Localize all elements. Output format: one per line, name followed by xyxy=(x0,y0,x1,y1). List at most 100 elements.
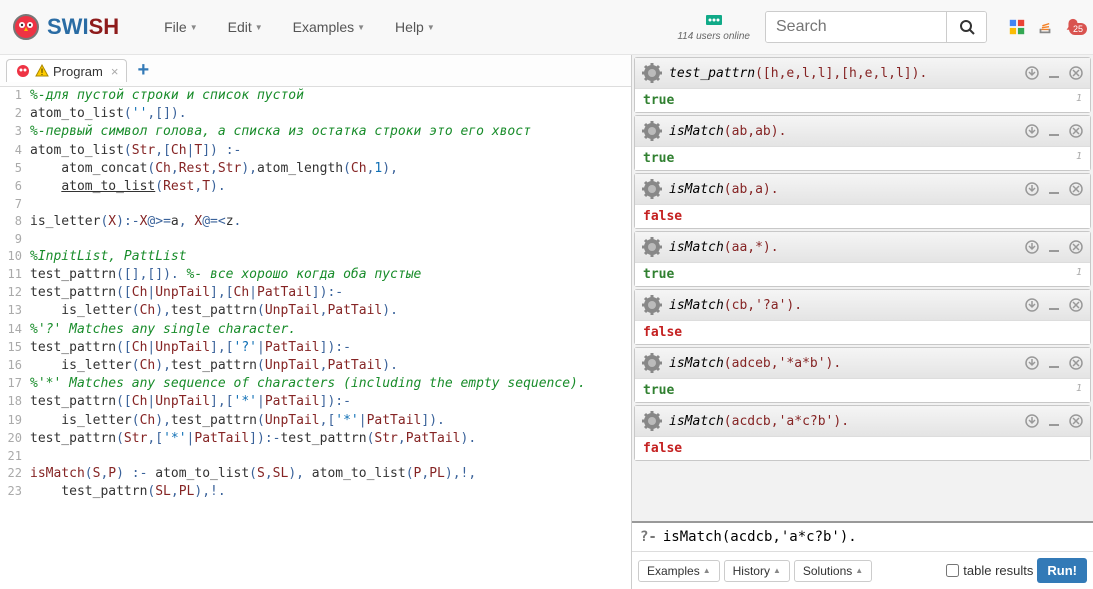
code-line[interactable]: 11test_pattrn([],[]). %- все хорошо когд… xyxy=(0,266,631,284)
history-dropdown[interactable]: History▲ xyxy=(724,560,790,582)
code-line[interactable]: 2atom_to_list('',[]). xyxy=(0,105,631,123)
close-icon[interactable] xyxy=(1068,355,1084,371)
query-controls xyxy=(1024,239,1084,255)
examples-dropdown[interactable]: Examples▲ xyxy=(638,560,720,582)
code-line[interactable]: 22isMatch(S,P) :- atom_to_list(S,SL), at… xyxy=(0,465,631,483)
query-text: isMatch(aa,*). xyxy=(669,240,1024,255)
nav-icons: 25 xyxy=(1007,17,1083,37)
code-line[interactable]: 19 is_letter(Ch),test_pattrn(UnpTail,['*… xyxy=(0,412,631,430)
menu-examples[interactable]: Examples▼ xyxy=(278,11,380,43)
stackoverflow-icon[interactable] xyxy=(1035,17,1055,37)
query-header[interactable]: isMatch(adceb,'*a*b'). xyxy=(635,348,1090,379)
download-icon[interactable] xyxy=(1024,355,1040,371)
close-icon[interactable] xyxy=(1068,239,1084,255)
minimize-icon[interactable] xyxy=(1046,239,1062,255)
line-number: 20 xyxy=(0,430,30,447)
query-result: true1 xyxy=(635,379,1090,402)
code-line[interactable]: 18test_pattrn([Ch|UnpTail],['*'|PatTail]… xyxy=(0,393,631,411)
gear-icon xyxy=(641,236,663,258)
code-line[interactable]: 3%-первый символ голова, а списка из ост… xyxy=(0,123,631,141)
gear-icon xyxy=(641,120,663,142)
query-block: isMatch(ab,ab). true1 xyxy=(634,115,1091,171)
code-line[interactable]: 12test_pattrn([Ch|UnpTail],[Ch|PatTail])… xyxy=(0,284,631,302)
code-line[interactable]: 6 atom_to_list(Rest,T). xyxy=(0,178,631,196)
minimize-icon[interactable] xyxy=(1046,355,1062,371)
query-result: true1 xyxy=(635,263,1090,286)
code-editor[interactable]: 1%-для пустой строки и список пустой2ato… xyxy=(0,87,631,589)
repl-input[interactable] xyxy=(663,529,1085,545)
table-results-checkbox[interactable]: table results xyxy=(946,563,1033,578)
download-icon[interactable] xyxy=(1024,413,1040,429)
code-line[interactable]: 10%InpitList, PattList xyxy=(0,248,631,266)
download-icon[interactable] xyxy=(1024,239,1040,255)
search-input[interactable] xyxy=(766,12,946,42)
brand-text: SWISH xyxy=(47,14,119,40)
close-icon[interactable] xyxy=(1068,181,1084,197)
notifications-bell[interactable]: 25 xyxy=(1063,17,1083,37)
table-results-input[interactable] xyxy=(946,564,959,577)
search-button[interactable] xyxy=(946,12,986,42)
run-button[interactable]: Run! xyxy=(1037,558,1087,583)
query-block: isMatch(aa,*). true1 xyxy=(634,231,1091,287)
query-result: false xyxy=(635,321,1090,344)
download-icon[interactable] xyxy=(1024,181,1040,197)
navbar: SWISH File▼ Edit▼ Examples▼ Help▼ 114 us… xyxy=(0,0,1093,55)
query-header[interactable]: isMatch(cb,'?a'). xyxy=(635,290,1090,321)
query-controls xyxy=(1024,65,1084,81)
query-block: test_pattrn([h,e,l,l],[h,e,l,l]).true1 xyxy=(634,57,1091,113)
line-number: 21 xyxy=(0,448,30,465)
close-icon[interactable] xyxy=(1068,413,1084,429)
query-header[interactable]: isMatch(ab,ab). xyxy=(635,116,1090,147)
google-icon[interactable] xyxy=(1007,17,1027,37)
caret-down-icon: ▼ xyxy=(427,23,435,32)
query-header[interactable]: isMatch(ab,a). xyxy=(635,174,1090,205)
code-line[interactable]: 8is_letter(X):-X@>=a, X@=<z. xyxy=(0,213,631,231)
code-line[interactable]: 9 xyxy=(0,231,631,248)
search-icon xyxy=(959,19,975,35)
close-icon[interactable] xyxy=(1068,65,1084,81)
gear-icon xyxy=(641,62,663,84)
gear-icon xyxy=(641,410,663,432)
minimize-icon[interactable] xyxy=(1046,297,1062,313)
minimize-icon[interactable] xyxy=(1046,65,1062,81)
query-result: true1 xyxy=(635,147,1090,170)
code-line[interactable]: 16 is_letter(Ch),test_pattrn(UnpTail,Pat… xyxy=(0,357,631,375)
code-line[interactable]: 20test_pattrn(Str,['*'|PatTail]):-test_p… xyxy=(0,430,631,448)
code-line[interactable]: 5 atom_concat(Ch,Rest,Str),atom_length(C… xyxy=(0,160,631,178)
code-line[interactable]: 15test_pattrn([Ch|UnpTail],['?'|PatTail]… xyxy=(0,339,631,357)
code-line[interactable]: 23 test_pattrn(SL,PL),!. xyxy=(0,483,631,501)
tab-program[interactable]: ! Program × xyxy=(6,59,127,82)
code-line[interactable]: 14%'?' Matches any single character. xyxy=(0,321,631,339)
minimize-icon[interactable] xyxy=(1046,413,1062,429)
close-icon[interactable] xyxy=(1068,123,1084,139)
tab-add-button[interactable]: + xyxy=(127,59,159,82)
line-number: 10 xyxy=(0,248,30,265)
query-text: isMatch(ab,ab). xyxy=(669,124,1024,139)
code-line[interactable]: 7 xyxy=(0,196,631,213)
line-number: 12 xyxy=(0,284,30,301)
download-icon[interactable] xyxy=(1024,123,1040,139)
menu-edit[interactable]: Edit▼ xyxy=(213,11,278,43)
code-line[interactable]: 4atom_to_list(Str,[Ch|T]) :- xyxy=(0,142,631,160)
users-online[interactable]: 114 users online xyxy=(677,13,750,42)
close-icon[interactable] xyxy=(1068,297,1084,313)
code-line[interactable]: 1%-для пустой строки и список пустой xyxy=(0,87,631,105)
query-header[interactable]: isMatch(acdcb,'a*c?b'). xyxy=(635,406,1090,437)
download-icon[interactable] xyxy=(1024,65,1040,81)
menu-help[interactable]: Help▼ xyxy=(380,11,450,43)
minimize-icon[interactable] xyxy=(1046,181,1062,197)
minimize-icon[interactable] xyxy=(1046,123,1062,139)
gear-icon xyxy=(641,352,663,374)
line-number: 16 xyxy=(0,357,30,374)
brand[interactable]: SWISH xyxy=(10,11,119,43)
code-line[interactable]: 13 is_letter(Ch),test_pattrn(UnpTail,Pat… xyxy=(0,302,631,320)
download-icon[interactable] xyxy=(1024,297,1040,313)
query-header[interactable]: isMatch(aa,*). xyxy=(635,232,1090,263)
solutions-dropdown[interactable]: Solutions▲ xyxy=(794,560,872,582)
menu-file[interactable]: File▼ xyxy=(149,11,212,43)
code-line[interactable]: 17%'*' Matches any sequence of character… xyxy=(0,375,631,393)
code-line[interactable]: 21 xyxy=(0,448,631,465)
line-number: 17 xyxy=(0,375,30,392)
query-header[interactable]: test_pattrn([h,e,l,l],[h,e,l,l]). xyxy=(635,58,1090,89)
tab-close-icon[interactable]: × xyxy=(111,64,119,79)
